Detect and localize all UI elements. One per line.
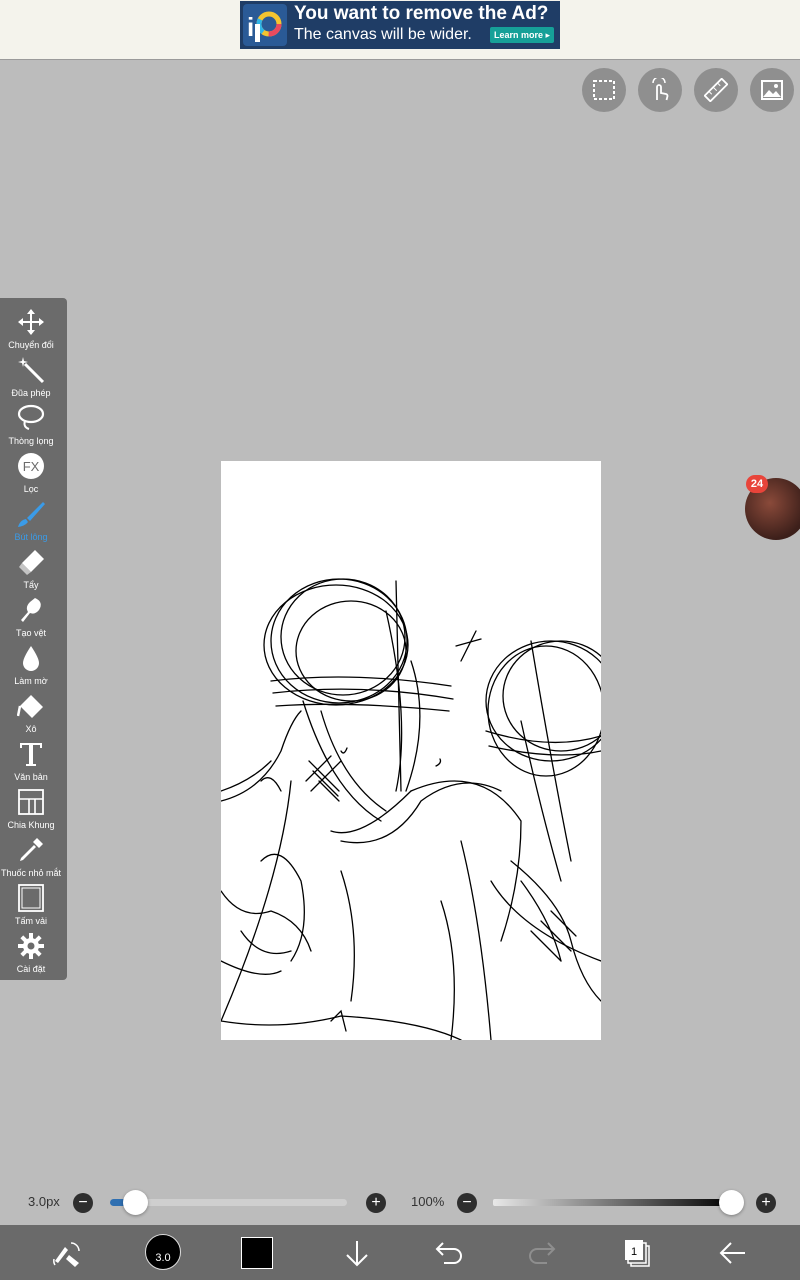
image-button[interactable] — [750, 68, 794, 112]
selection-button[interactable] — [582, 68, 626, 112]
svg-text:i: i — [247, 12, 254, 42]
tool-settings[interactable]: Cài đặt — [0, 928, 62, 976]
opacity-slider-track[interactable] — [493, 1199, 733, 1206]
text-icon — [20, 743, 42, 766]
tool-label: Tẩy — [23, 580, 39, 590]
tool-label: Đũa phép — [11, 388, 51, 398]
tool-bucket[interactable]: Xô — [0, 688, 62, 736]
tool-panel: Chuyển đổi Đũa phép Thòng lọng FX Lọc Bú… — [0, 298, 67, 980]
smudge-icon — [21, 598, 41, 622]
brush-icon — [18, 502, 45, 527]
tool-frame-divider[interactable]: Chia Khung — [0, 784, 62, 832]
tool-magic-wand[interactable]: Đũa phép — [0, 352, 62, 400]
layers-button[interactable]: 1 — [606, 1225, 666, 1280]
redo-button[interactable] — [512, 1225, 572, 1280]
touch-gesture-button[interactable] — [638, 68, 682, 112]
gear-icon — [18, 933, 44, 959]
layers-icon: 1 — [625, 1240, 650, 1267]
size-increase-button[interactable]: + — [366, 1193, 386, 1213]
magic-wand-icon — [18, 357, 45, 384]
selection-icon — [593, 80, 615, 100]
eyedropper-icon — [20, 838, 43, 861]
fx-filter-icon: FX — [18, 453, 44, 479]
image-icon — [761, 80, 783, 100]
bucket-icon — [17, 695, 43, 718]
size-slider-thumb[interactable] — [123, 1190, 148, 1215]
tool-label: Thòng lọng — [8, 436, 54, 446]
tool-blur[interactable]: Làm mờ — [0, 640, 62, 688]
move-arrows-icon — [18, 309, 44, 335]
tool-label: Chia Khung — [7, 820, 55, 830]
tool-smudge[interactable]: Tạo vệt — [0, 592, 62, 640]
blur-drop-icon — [23, 646, 39, 671]
ruler-icon — [704, 78, 728, 102]
tool-brush[interactable]: Bút lông — [0, 496, 62, 544]
ad-title: You want to remove the Ad? — [294, 3, 549, 24]
tool-canvas[interactable]: Tấm vải — [0, 880, 62, 928]
tool-filter[interactable]: FX Lọc — [0, 448, 62, 496]
download-button[interactable] — [326, 1225, 386, 1280]
ad-banner: i You want to remove the Ad? The canvas … — [0, 0, 800, 60]
tool-label: Văn bản — [14, 772, 48, 782]
opacity-increase-button[interactable]: + — [756, 1193, 776, 1213]
undo-button[interactable] — [417, 1225, 477, 1280]
lasso-icon — [17, 404, 45, 430]
svg-text:FX: FX — [23, 459, 40, 474]
learn-more-button[interactable]: Learn more ▸ — [490, 27, 554, 43]
drawing-canvas[interactable] — [221, 461, 601, 1040]
tool-label: Xô — [25, 724, 37, 734]
arrow-left-icon — [719, 1242, 745, 1264]
tool-eraser[interactable]: Tẩy — [0, 544, 62, 592]
tool-label: Làm mờ — [14, 676, 48, 686]
tool-eyedropper[interactable]: Thuốc nhỏ mắt — [0, 832, 62, 880]
brush-size-value: 3.0 — [155, 1252, 171, 1264]
opacity-slider-thumb[interactable] — [719, 1190, 744, 1215]
opacity-label: 100% — [411, 1194, 445, 1209]
tool-switch-button[interactable] — [36, 1225, 96, 1280]
size-decrease-button[interactable]: − — [73, 1193, 93, 1213]
brush-eraser-switch-icon — [53, 1242, 80, 1267]
frame-divider-icon — [18, 789, 44, 815]
opacity-decrease-button[interactable]: − — [457, 1193, 477, 1213]
color-swatch-button[interactable] — [241, 1237, 273, 1269]
eraser-icon — [19, 550, 44, 575]
ibispaint-logo-icon: i — [243, 4, 287, 46]
canvas-icon — [18, 884, 44, 912]
ad-subtitle: The canvas will be wider. — [294, 26, 472, 43]
tool-label: Thuốc nhỏ mắt — [0, 868, 62, 878]
tool-label: Tấm vải — [14, 916, 47, 926]
tool-label: Tạo vệt — [15, 628, 46, 638]
tool-lasso[interactable]: Thòng lọng — [0, 400, 62, 448]
tool-label: Chuyển đổi — [8, 340, 54, 350]
brush-size-label: 3.0px — [28, 1194, 60, 1209]
tool-label: Lọc — [23, 484, 39, 494]
sketch-artwork — [221, 578, 601, 1040]
notification-badge: 24 — [746, 475, 768, 493]
layer-count: 1 — [631, 1246, 637, 1258]
tool-label: Cài đặt — [16, 964, 46, 974]
arrow-down-icon — [346, 1241, 368, 1267]
bottom-toolbar: 1 — [0, 1225, 800, 1280]
ad-box[interactable]: i You want to remove the Ad? The canvas … — [240, 1, 560, 49]
ruler-button[interactable] — [694, 68, 738, 112]
undo-icon — [435, 1242, 462, 1264]
redo-icon — [529, 1242, 556, 1264]
tool-transform[interactable]: Chuyển đổi — [0, 304, 62, 352]
back-button[interactable] — [702, 1225, 762, 1280]
touch-gesture-icon — [652, 78, 669, 101]
tool-label: Bút lông — [14, 532, 48, 542]
tool-text[interactable]: Văn bản — [0, 736, 62, 784]
